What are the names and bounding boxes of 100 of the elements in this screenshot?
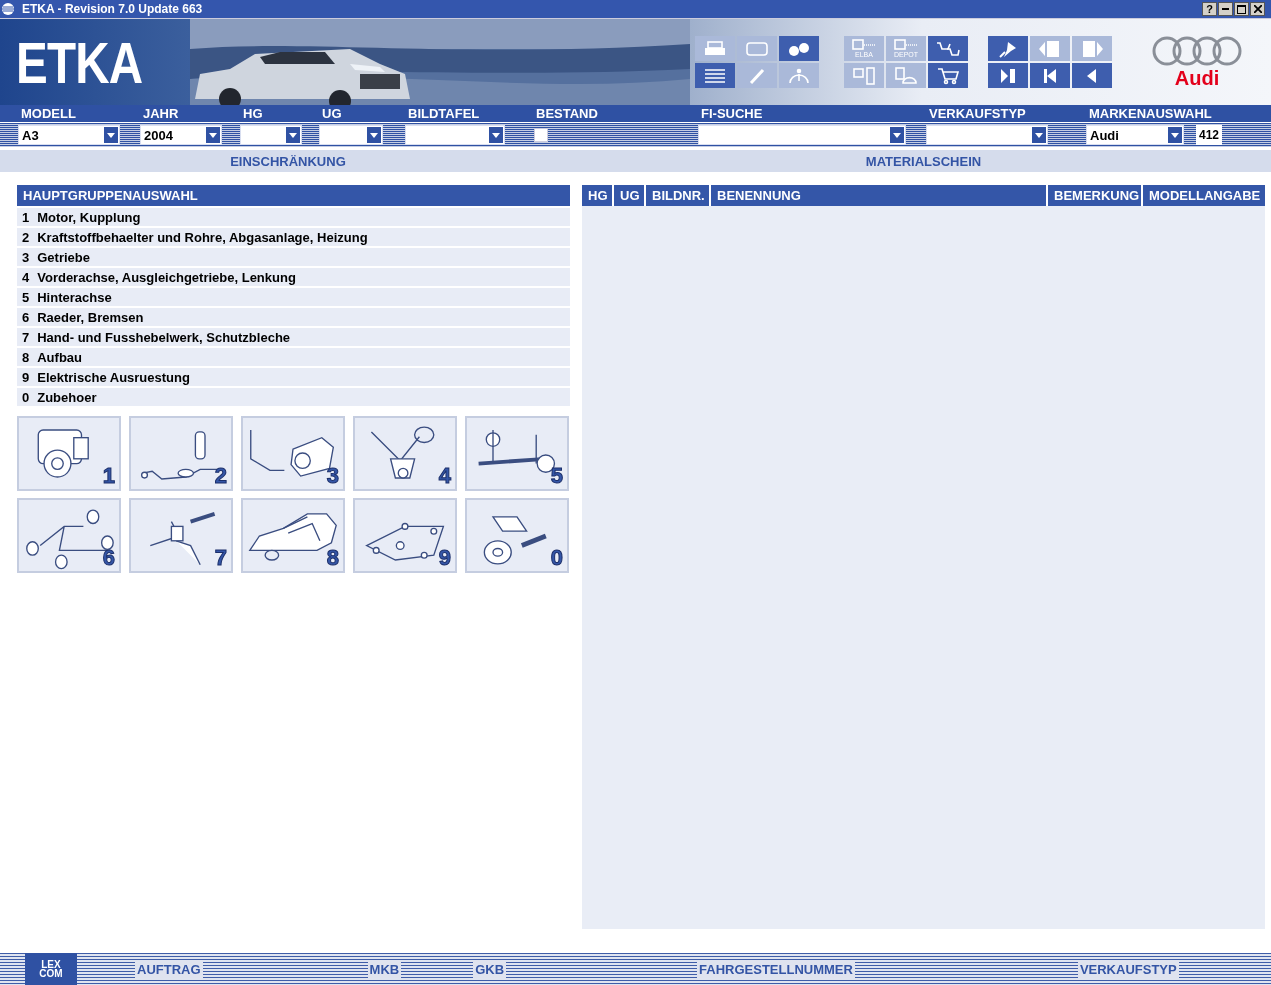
frame-icon bbox=[745, 39, 769, 58]
dropdown-arrow-icon bbox=[289, 132, 297, 138]
column-header: BEMERKUNG bbox=[1048, 185, 1141, 206]
tile-number: 9 bbox=[438, 545, 451, 571]
doc-car-icon bbox=[894, 66, 918, 85]
filter-label: HG bbox=[242, 105, 263, 122]
tile-number: 2 bbox=[214, 463, 227, 489]
dropdown-arrow-icon bbox=[107, 132, 115, 138]
group-list-item[interactable]: 3 Getriebe bbox=[17, 246, 570, 266]
filter-label: MODELL bbox=[20, 105, 76, 122]
section-title: MATERIALSCHEIN bbox=[865, 153, 982, 169]
filter-label: VERKAUFSTYP bbox=[928, 105, 1026, 122]
dropdown-field[interactable] bbox=[240, 125, 302, 145]
app-logo: ETKA bbox=[16, 28, 143, 96]
toolbar-button[interactable] bbox=[988, 63, 1028, 88]
filter-label: BILDTAFEL bbox=[407, 105, 480, 122]
tile-number: 5 bbox=[550, 463, 563, 489]
tile-number: 7 bbox=[214, 545, 227, 571]
group-tile[interactable]: 6 bbox=[17, 498, 121, 573]
group-list-item[interactable]: 1 Motor, Kupplung bbox=[17, 206, 570, 226]
dropdown-arrow-icon bbox=[1170, 132, 1179, 138]
filter-label: MARKENAUSWAHL bbox=[1088, 105, 1212, 122]
group-tile[interactable]: 0 bbox=[465, 498, 569, 573]
filter-label: BESTAND bbox=[535, 105, 598, 122]
maximize-icon bbox=[1237, 4, 1246, 14]
group-tile[interactable]: 5 bbox=[465, 416, 569, 491]
toolbar-button[interactable] bbox=[1072, 63, 1112, 88]
lexcom-logo: LEX COM bbox=[25, 953, 77, 985]
group-tile[interactable]: 2 bbox=[129, 416, 233, 491]
info-icon bbox=[787, 66, 811, 85]
group-list-item[interactable]: 2 Kraftstoffbehaelter und Rohre, Abgasanlage, Heizung bbox=[17, 226, 570, 246]
bottom-bar-button[interactable]: AUFTRAG bbox=[135, 960, 203, 978]
section-title: EINSCHRÄNKUNG bbox=[230, 153, 346, 169]
minimize-button[interactable] bbox=[1218, 2, 1233, 16]
minimize-icon bbox=[1222, 8, 1229, 10]
tile-number: 3 bbox=[326, 463, 339, 489]
filter-label: FI-SUCHE bbox=[700, 105, 763, 122]
dropdown-field[interactable] bbox=[698, 125, 906, 145]
toolbar-button[interactable] bbox=[695, 63, 735, 88]
column-header: BILDNR. bbox=[646, 185, 709, 206]
close-icon bbox=[1253, 5, 1262, 13]
close-button[interactable] bbox=[1250, 2, 1265, 16]
tile-number: 8 bbox=[326, 545, 339, 571]
column-header: MODELLANGABE bbox=[1143, 185, 1265, 206]
previous-page-icon bbox=[1038, 39, 1062, 58]
panel-header: HAUPTGRUPPENAUSWAHL bbox=[17, 185, 570, 206]
group-list-item[interactable]: 0 Zubehoer bbox=[17, 386, 570, 406]
group-list-item[interactable]: 6 Raeder, Bremsen bbox=[17, 306, 570, 326]
dropdown-arrow-icon bbox=[1035, 132, 1043, 138]
dropdown-field[interactable] bbox=[926, 125, 1048, 145]
dropdown-field[interactable] bbox=[405, 125, 505, 145]
bottom-bar-button[interactable]: GKB bbox=[473, 960, 507, 978]
group-tile[interactable]: 3 bbox=[241, 416, 345, 491]
bottom-bar-button[interactable]: FAHRGESTELLNUMMER bbox=[697, 960, 855, 978]
toolbar-button[interactable] bbox=[988, 36, 1028, 61]
dropdown-arrow-icon bbox=[209, 132, 217, 138]
dropdown-field[interactable]: Audi bbox=[1086, 125, 1184, 145]
bottom-bar-button[interactable]: MKB bbox=[367, 960, 402, 978]
group-tile[interactable]: 4 bbox=[353, 416, 457, 491]
monitor-doc-icon bbox=[852, 66, 876, 85]
group-tile[interactable]: 7 bbox=[129, 498, 233, 573]
brand-logo: Audi bbox=[1174, 66, 1220, 90]
rings-logo-icon bbox=[1151, 34, 1243, 67]
dropdown-arrow-icon bbox=[492, 132, 500, 138]
group-list-item[interactable]: 7 Hand- und Fusshebelwerk, Schutzbleche bbox=[17, 326, 570, 346]
toolbar-button[interactable] bbox=[1030, 63, 1070, 88]
group-tile[interactable]: 1 bbox=[17, 416, 121, 491]
monitor-icon bbox=[852, 39, 876, 51]
tile-number: 6 bbox=[102, 545, 115, 571]
dropdown-field[interactable]: A3 bbox=[18, 125, 120, 145]
group-list-item[interactable]: 4 Vorderachse, Ausgleichgetriebe, Lenkung bbox=[17, 266, 570, 286]
group-list-item[interactable]: 9 Elektrische Ausruestung bbox=[17, 366, 570, 386]
toolbar-button[interactable] bbox=[779, 36, 819, 61]
dropdown-field[interactable] bbox=[319, 125, 383, 145]
column-header: UG bbox=[614, 185, 644, 206]
dropdown-arrow-icon bbox=[370, 132, 378, 138]
group-tile[interactable]: 8 bbox=[241, 498, 345, 573]
maximize-button[interactable] bbox=[1234, 2, 1249, 16]
list-icon bbox=[703, 66, 727, 85]
tile-number: 0 bbox=[550, 545, 563, 571]
window-title: ETKA - Revision 7.0 Update 663 bbox=[22, 2, 204, 16]
filter-label: JAHR bbox=[142, 105, 179, 122]
bottom-bar-button[interactable]: VERKAUFSTYP bbox=[1077, 960, 1179, 978]
column-header: HG bbox=[582, 185, 612, 206]
dropdown-arrow-icon bbox=[893, 132, 901, 138]
printer-icon bbox=[703, 39, 727, 58]
checkbox[interactable] bbox=[534, 128, 548, 142]
help-button[interactable]: ? bbox=[1202, 2, 1217, 16]
tile-number: 1 bbox=[102, 463, 115, 489]
group-tile[interactable]: 9 bbox=[353, 498, 457, 573]
monitor-icon bbox=[894, 39, 918, 51]
group-list-item[interactable]: 5 Hinterachse bbox=[17, 286, 570, 306]
tile-number: 4 bbox=[438, 463, 451, 489]
filter-label: UG bbox=[321, 105, 342, 122]
column-header: BENENNUNG bbox=[711, 185, 1046, 206]
next-page-icon bbox=[1080, 39, 1104, 58]
dropdown-field[interactable]: 2004 bbox=[140, 125, 222, 145]
group-list-item[interactable]: 8 Aufbau bbox=[17, 346, 570, 366]
toolbar-button[interactable] bbox=[928, 63, 968, 88]
toolbar-button[interactable] bbox=[928, 36, 968, 61]
